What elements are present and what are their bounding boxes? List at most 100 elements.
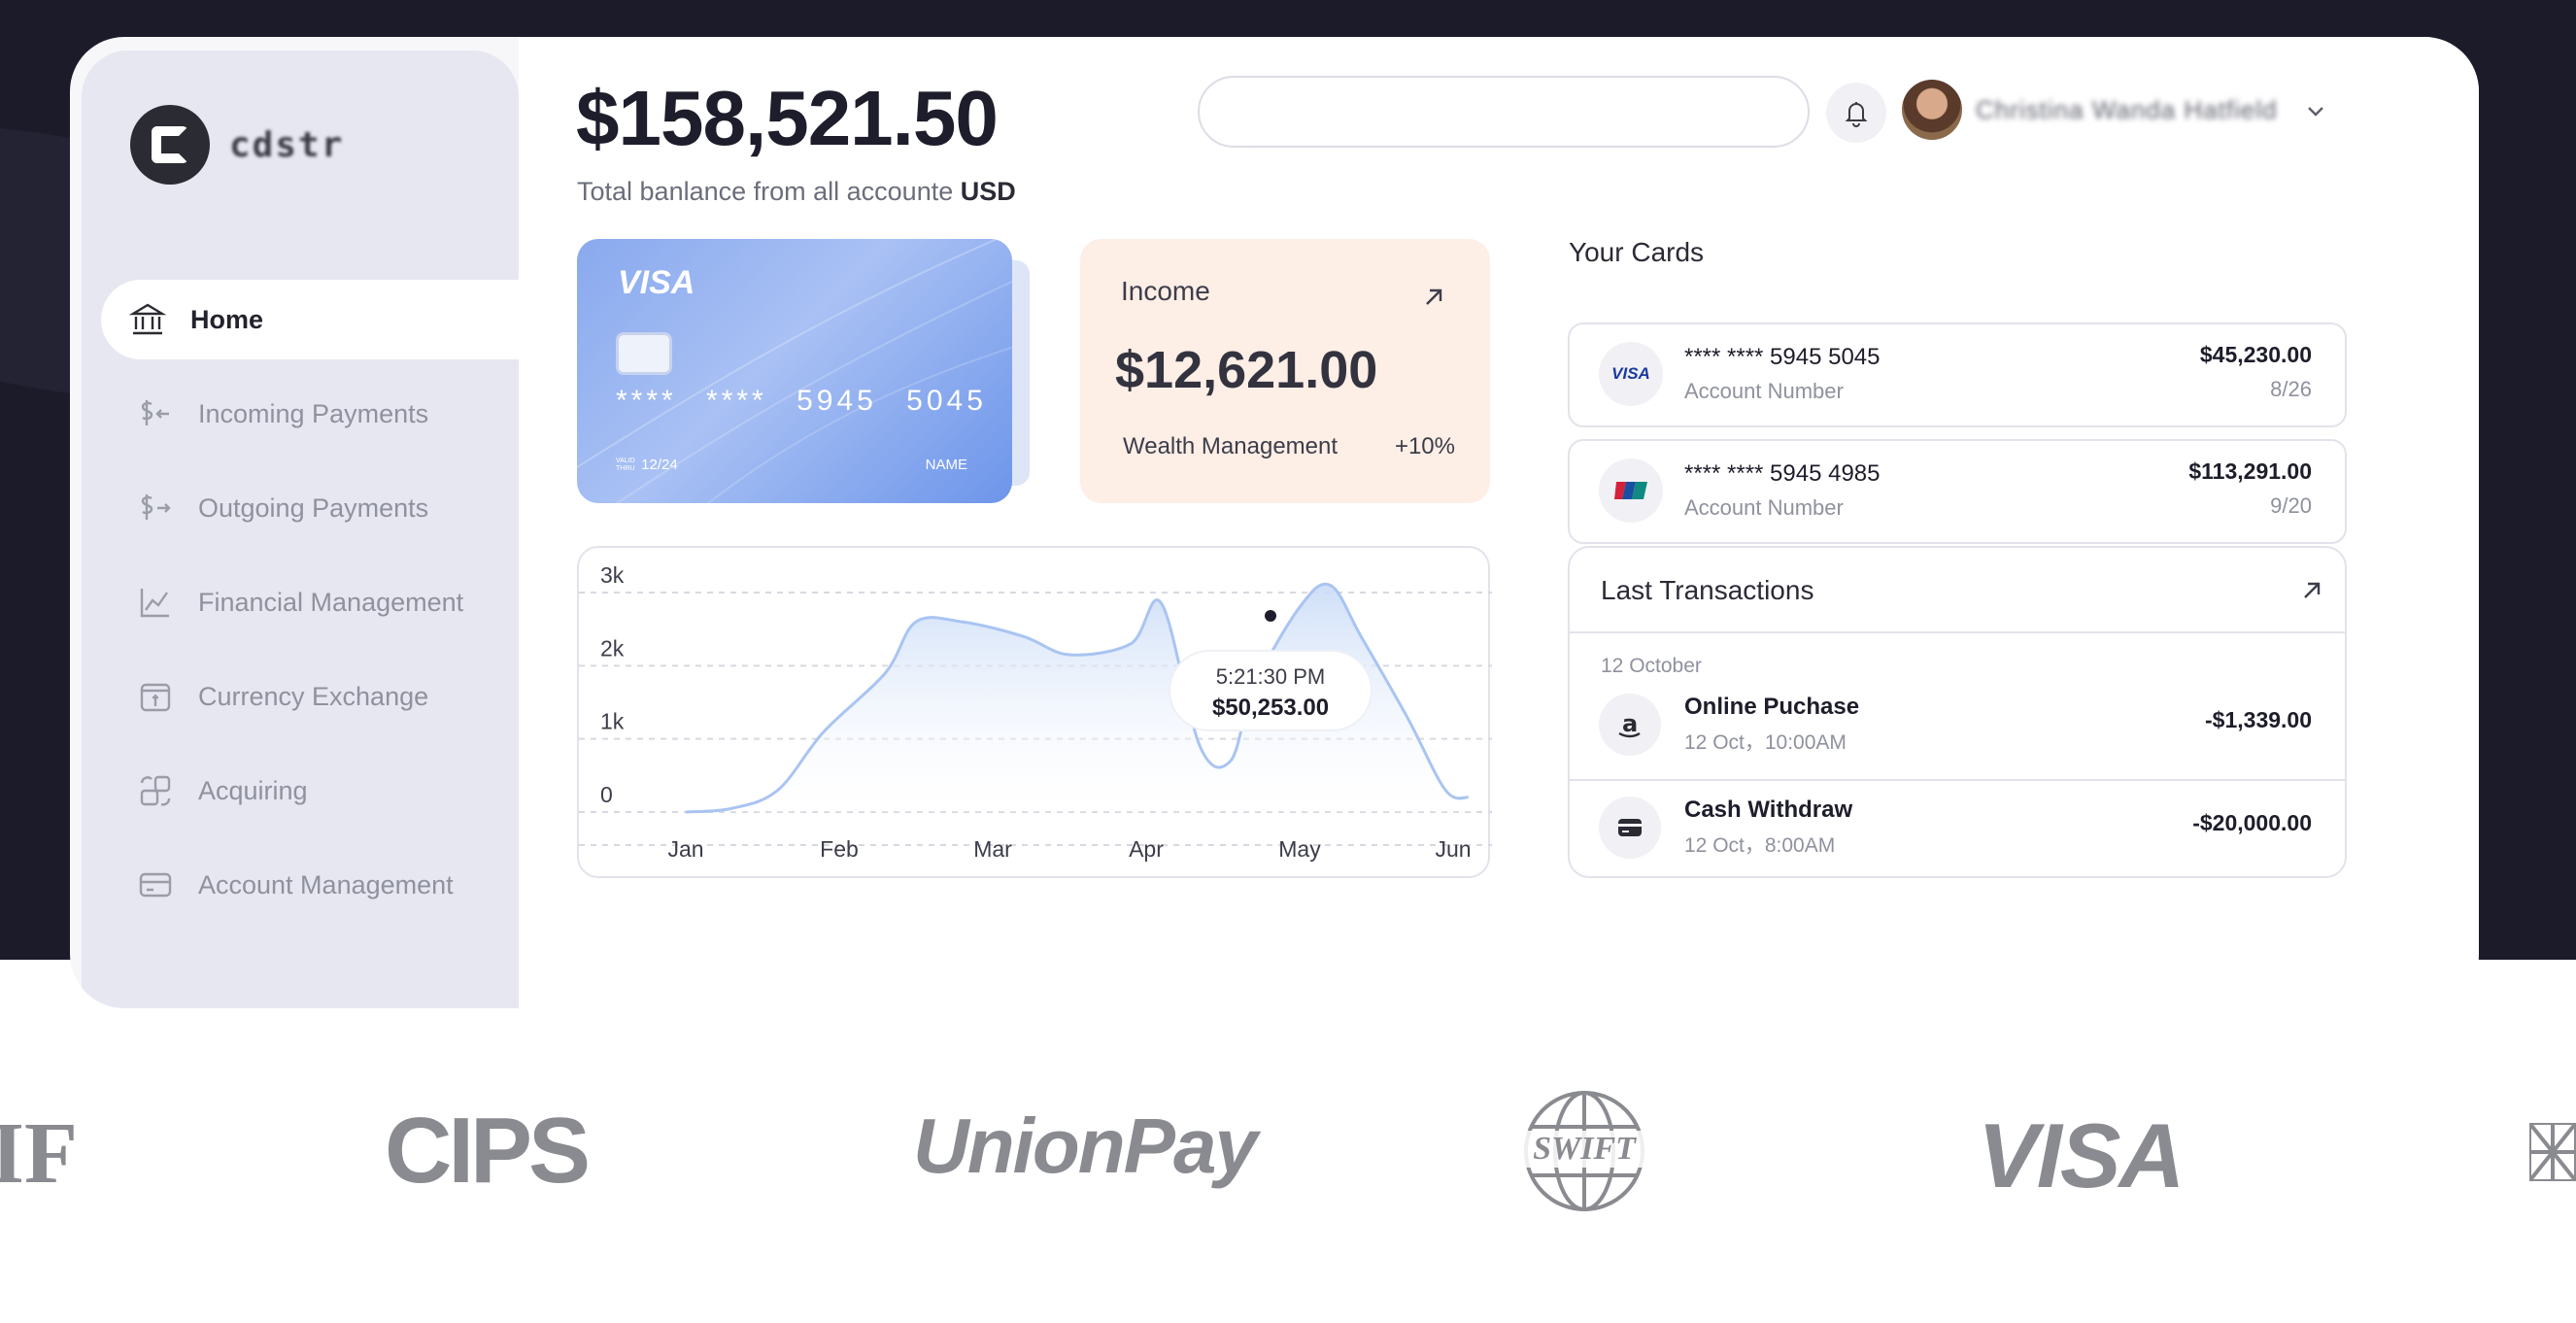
bank-card[interactable]: VISA **** **** 5945 5045 VALID THRU 12/2…	[577, 239, 1012, 503]
data-point[interactable]	[882, 670, 888, 676]
partner-logo-visa: VISA	[1978, 1104, 2185, 1206]
transaction-name: Cash Withdraw	[1684, 797, 1853, 823]
brand-logo[interactable]: cdstr	[130, 105, 344, 185]
card-amount: $45,230.00	[2199, 342, 2312, 367]
sidebar-item-outgoing-payments[interactable]: Outgoing Payments	[101, 468, 528, 548]
acquiring-icon	[140, 775, 171, 806]
card-label: Account Number	[1684, 379, 1844, 403]
transactions-title: Last Transactions	[1601, 575, 1814, 605]
y-tick-label: 3k	[600, 562, 625, 588]
chart-line-icon	[140, 589, 169, 618]
sidebar: cdstr Home Incoming Payments Outgoing Pa…	[82, 51, 528, 1008]
data-point[interactable]	[1328, 582, 1334, 588]
swift-text: SWIFT	[1521, 1131, 1647, 1168]
x-tick-label: Jun	[1435, 836, 1471, 862]
x-tick-label: Apr	[1129, 836, 1164, 862]
partner-logos: IF CIPS UnionPay SWIFT VISA	[0, 1069, 2576, 1234]
sidebar-item-label: Outgoing Payments	[198, 492, 429, 523]
data-point[interactable]	[1021, 633, 1027, 639]
bell-icon	[1845, 102, 1868, 127]
data-point[interactable]	[1159, 600, 1165, 606]
notification-button[interactable]	[1826, 83, 1886, 143]
card-valid-date: 12/24	[641, 457, 678, 473]
dollar-out-icon	[141, 494, 171, 520]
sidebar-nav: Home Incoming Payments Outgoing Payments…	[101, 280, 528, 939]
transaction-row[interactable]: Cash Withdraw 12 Oct，8:00AM -$20,000.00	[1570, 781, 2345, 876]
sidebar-item-label: Account Management	[198, 869, 454, 899]
currency-label: USD	[960, 177, 1016, 206]
logo-mark-icon	[130, 105, 210, 185]
data-point[interactable]	[775, 787, 781, 793]
card-number: **** **** 5945 4985	[1684, 460, 1881, 487]
data-point[interactable]	[1405, 714, 1410, 720]
card-holder-name: NAME	[925, 457, 967, 473]
x-tick-label: May	[1278, 836, 1321, 862]
balance-subtitle: Total banlance from all accounte USD	[577, 177, 1016, 207]
user-name[interactable]: Christina Wanda Hatfield	[1976, 95, 2278, 125]
card-label: Account Number	[1684, 495, 1844, 520]
y-tick-label: 1k	[600, 709, 625, 734]
card-list-item[interactable]: **** **** 5945 4985 Account Number $113,…	[1568, 439, 2347, 544]
highlight-point[interactable]	[1265, 610, 1276, 622]
transaction-amount: -$1,339.00	[2205, 707, 2312, 732]
avatar[interactable]	[1902, 80, 1962, 140]
transaction-row[interactable]: a Online Puchase 12 Oct，10:00AM -$1,339.…	[1570, 678, 2345, 779]
income-label: Wealth Management	[1123, 433, 1339, 459]
chip-icon	[616, 332, 672, 375]
total-balance: $158,521.50	[576, 75, 999, 161]
income-card[interactable]: Income $12,621.00 Wealth Management +10%	[1080, 239, 1490, 503]
chevron-down-icon[interactable]	[2302, 97, 2329, 124]
data-point[interactable]	[1128, 641, 1134, 647]
sidebar-item-incoming-payments[interactable]: Incoming Payments	[101, 374, 528, 454]
last-transactions: Last Transactions 12 October a Online Pu…	[1568, 546, 2347, 878]
data-point[interactable]	[683, 809, 689, 815]
card-expiry: 9/20	[2270, 493, 2312, 518]
sidebar-item-acquiring[interactable]: Acquiring	[101, 751, 528, 831]
dollar-in-icon	[141, 400, 169, 425]
card-number: **** **** 5945 5045	[1684, 344, 1881, 370]
sidebar-item-financial-management[interactable]: Financial Management	[101, 562, 528, 642]
card-icon	[139, 872, 172, 898]
data-point[interactable]	[1067, 652, 1072, 658]
data-point[interactable]	[959, 619, 965, 625]
bank-icon	[128, 303, 167, 335]
data-point[interactable]	[729, 805, 734, 811]
card-list-item[interactable]: VISA **** **** 5945 5045 Account Number …	[1568, 322, 2347, 427]
data-point[interactable]	[1297, 604, 1303, 610]
income-amount: $12,621.00	[1115, 341, 1378, 399]
brand-name: cdstr	[229, 124, 345, 165]
arrow-up-right-icon[interactable]	[2298, 577, 2325, 604]
transaction-amount: -$20,000.00	[2192, 810, 2312, 835]
search-input[interactable]	[1198, 76, 1810, 148]
partner-logo-unionpay: UnionPay	[913, 1102, 1258, 1189]
arrow-up-right-icon[interactable]	[1420, 284, 1447, 311]
card-number: **** **** 5945 5045	[616, 385, 987, 417]
data-point[interactable]	[1442, 787, 1448, 793]
svg-text:a: a	[1622, 710, 1638, 737]
sidebar-item-currency-exchange[interactable]: Currency Exchange	[101, 657, 528, 736]
sidebar-item-label: Financial Management	[198, 587, 464, 617]
data-point[interactable]	[1358, 633, 1364, 639]
balance-subtitle-text: Total banlance from all accounte	[577, 177, 954, 206]
transaction-time: 12 Oct，10:00AM	[1684, 731, 1847, 754]
sidebar-item-account-management[interactable]: Account Management	[101, 845, 528, 925]
chart-svg: 0 1k 2k 3k Jan Feb Mar Apr May Jun 5:21:30 PM $50,2…	[579, 562, 1492, 862]
data-point[interactable]	[913, 619, 919, 625]
income-change: +10%	[1394, 433, 1455, 459]
partner-logo-cips: CIPS	[385, 1099, 591, 1203]
y-tick-label: 2k	[600, 635, 625, 661]
x-tick-label: Feb	[820, 836, 859, 862]
x-tick-label: Mar	[973, 836, 1012, 862]
sidebar-item-label: Home	[190, 304, 264, 334]
visa-icon: VISA	[1599, 342, 1663, 406]
data-point[interactable]	[1228, 758, 1234, 763]
data-point[interactable]	[1197, 743, 1203, 749]
data-point[interactable]	[1466, 795, 1472, 800]
tooltip-time: 5:21:30 PM	[1216, 664, 1326, 689]
partner-logo-swift: SWIFT	[1521, 1088, 1647, 1214]
sidebar-item-home[interactable]: Home	[101, 280, 528, 359]
partner-logo-if: IF	[0, 1105, 78, 1202]
data-point[interactable]	[821, 729, 827, 734]
transaction-name: Online Puchase	[1684, 694, 1860, 720]
card-valid-label: VALID THRU	[616, 458, 635, 473]
